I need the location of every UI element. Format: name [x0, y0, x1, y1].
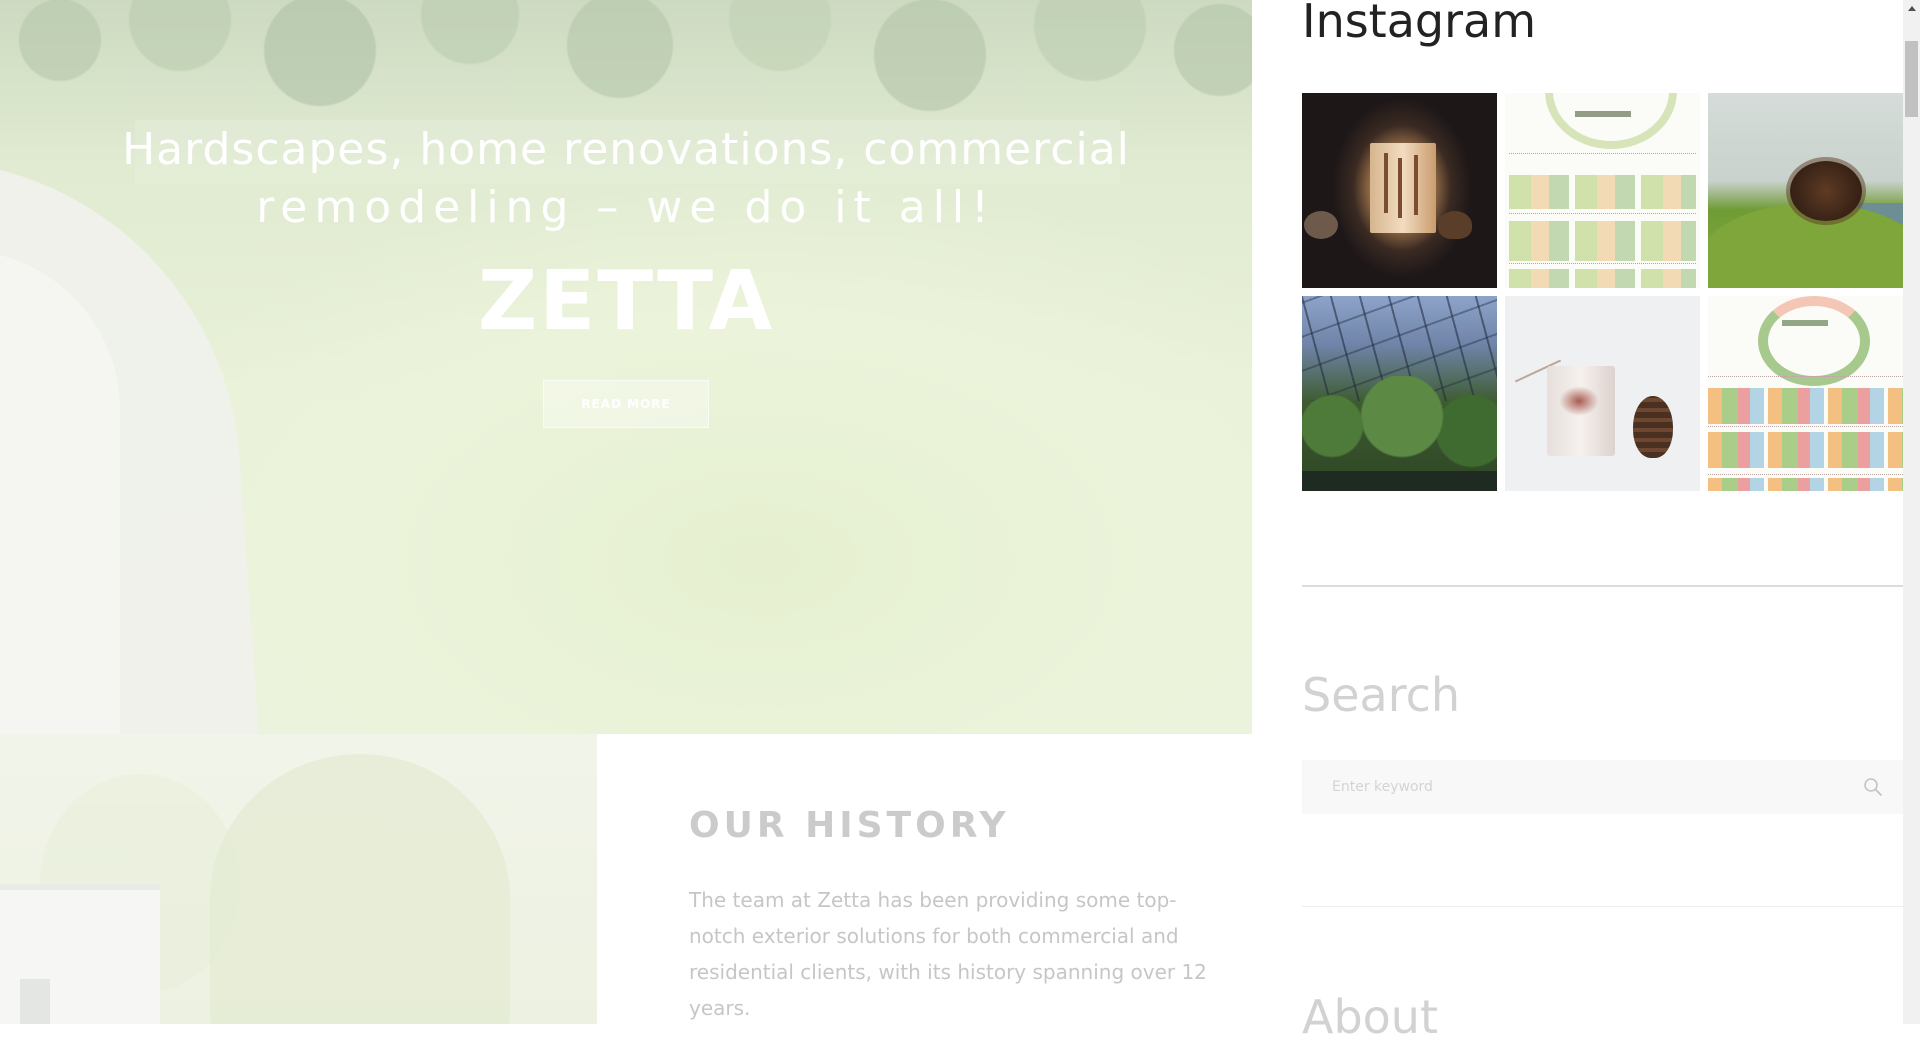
search-box — [1302, 760, 1903, 814]
hero-title: ZETTA — [477, 254, 775, 349]
hero-section: Hardscapes, home renovations, commercial… — [0, 0, 1252, 734]
instagram-image-hedgehog[interactable] — [1708, 93, 1903, 288]
sticker-divider — [1509, 263, 1696, 264]
tape-row — [1708, 478, 1903, 491]
instagram-widget-title: Instagram — [1302, 0, 1537, 48]
read-more-button[interactable]: READ MORE — [543, 380, 709, 428]
sticker-row — [1509, 269, 1696, 288]
page-scrollbar[interactable] — [1903, 0, 1920, 1024]
sticker-arc — [1545, 93, 1677, 149]
widget-divider — [1302, 906, 1904, 907]
search-icon[interactable] — [1863, 777, 1883, 797]
scrollbar-thumb[interactable] — [1905, 41, 1918, 117]
instagram-image-candle-lantern[interactable] — [1302, 93, 1497, 288]
history-heading: OUR HISTORY — [689, 805, 1010, 846]
history-image — [0, 734, 597, 1024]
sticker-row — [1509, 221, 1696, 261]
search-input[interactable] — [1302, 760, 1822, 814]
tape-caption — [1782, 320, 1828, 326]
tape-divider — [1708, 426, 1903, 427]
widget-divider — [1302, 585, 1904, 587]
hero-heading-line2: remodeling – we do it all! — [256, 182, 996, 233]
hero-overlay — [0, 0, 1252, 734]
hero-heading-line1: Hardscapes, home renovations, commercial — [122, 124, 1130, 175]
greenhouse-plants — [1302, 376, 1497, 476]
tape-row — [1708, 432, 1903, 468]
lantern-shape — [1370, 143, 1436, 233]
sticker-caption — [1575, 111, 1631, 117]
tape-row — [1708, 388, 1903, 424]
history-body: The team at Zetta has been providing som… — [689, 888, 1207, 1020]
tape-divider — [1708, 474, 1903, 475]
cup-shape — [1547, 366, 1615, 456]
wreath-shape — [1758, 296, 1870, 386]
sticker-row — [1509, 175, 1696, 209]
pinecone-shape — [1438, 211, 1472, 239]
arrow-up-icon[interactable] — [1903, 0, 1920, 17]
instagram-image-garden-stickers[interactable] — [1505, 93, 1700, 288]
instagram-image-greenhouse[interactable] — [1302, 296, 1497, 491]
pinecone-shape — [1633, 396, 1673, 458]
instagram-grid — [1302, 93, 1904, 491]
history-text-block: OUR HISTORY The team at Zetta has been p… — [689, 805, 1209, 1026]
instagram-image-stone-cup[interactable] — [1505, 296, 1700, 491]
hedgehog-shape — [1790, 161, 1862, 221]
history-image-overlay — [0, 734, 597, 1024]
about-widget-title: About — [1302, 990, 1439, 1044]
greenhouse-pond — [1302, 471, 1497, 491]
instagram-image-floral-tape[interactable] — [1708, 296, 1903, 491]
sticker-divider — [1509, 153, 1696, 154]
sticker-divider — [1509, 213, 1696, 214]
search-widget-title: Search — [1302, 668, 1461, 722]
tape-divider — [1708, 376, 1903, 377]
pinecone-shape — [1304, 211, 1338, 239]
sidebar: Instagram Search Enter keyword About — [1252, 0, 1904, 1044]
